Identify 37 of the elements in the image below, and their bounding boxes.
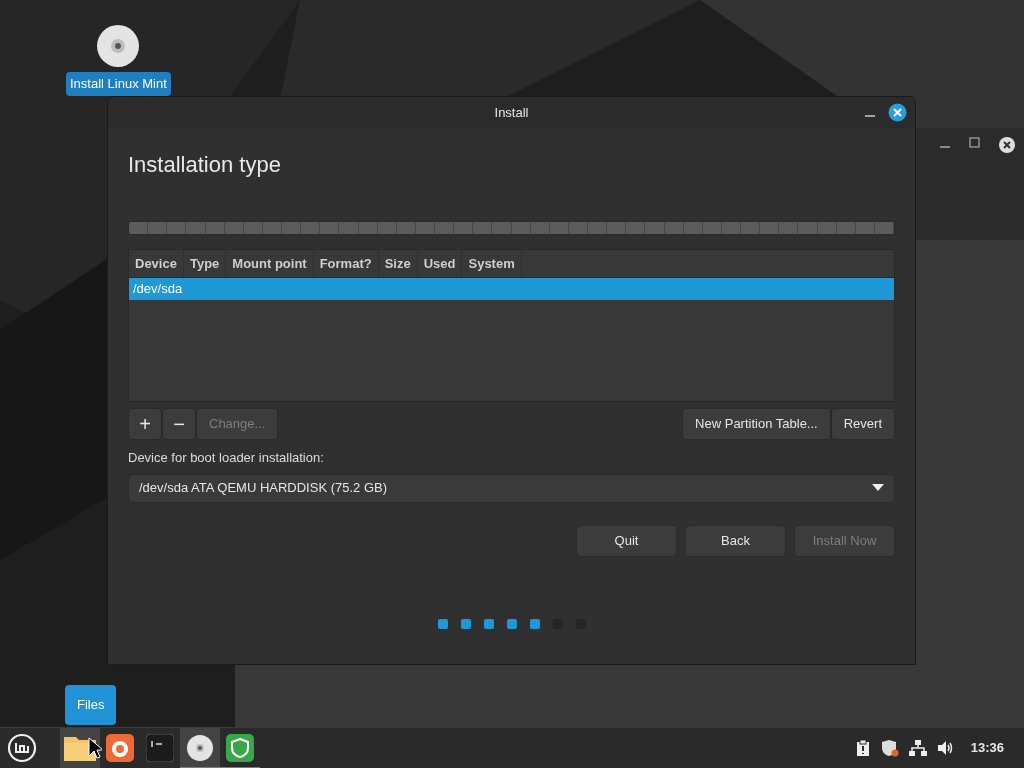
terminal-icon bbox=[146, 734, 174, 762]
maximize-icon[interactable] bbox=[968, 136, 982, 150]
back-button[interactable]: Back bbox=[685, 524, 786, 557]
column-header[interactable]: Type bbox=[183, 250, 227, 277]
disc-icon[interactable] bbox=[96, 24, 141, 68]
revert-button[interactable]: Revert bbox=[830, 408, 895, 440]
dropdown-caret-icon[interactable] bbox=[872, 484, 884, 492]
network-icon[interactable] bbox=[908, 740, 927, 756]
tooltip: Files bbox=[65, 685, 117, 725]
volume-icon[interactable] bbox=[936, 740, 955, 756]
new-partition-table-button[interactable]: New Partition Table... bbox=[682, 408, 831, 440]
mouse-pointer-icon bbox=[88, 737, 102, 759]
column-header[interactable]: Mount point bbox=[226, 250, 314, 277]
remove-button[interactable]: − bbox=[162, 408, 196, 440]
launcher-button[interactable] bbox=[180, 727, 220, 768]
dropdown-value: /dev/sda ATA QEMU HARDDISK (75.2 GB) bbox=[139, 479, 389, 498]
column-header[interactable]: Size bbox=[378, 250, 418, 277]
shield-icon bbox=[226, 734, 254, 762]
desktop-icon-label[interactable]: Install Linux Mint bbox=[66, 72, 171, 96]
quit-button[interactable]: Quit bbox=[576, 524, 677, 557]
shield-icon[interactable] bbox=[880, 739, 899, 757]
column-header[interactable]: System bbox=[462, 250, 522, 277]
column-header[interactable]: Format? bbox=[313, 250, 379, 277]
boot-device-dropdown[interactable]: /dev/sda ATA QEMU HARDDISK (75.2 GB) bbox=[128, 473, 895, 503]
disc-icon bbox=[186, 734, 214, 762]
close-icon[interactable] bbox=[888, 103, 907, 122]
column-header[interactable]: Device bbox=[129, 250, 184, 277]
clipboard-icon[interactable] bbox=[854, 739, 871, 757]
clock[interactable]: 13:36 bbox=[970, 738, 1004, 758]
menu-icon bbox=[7, 733, 37, 763]
column-header[interactable]: Used bbox=[417, 250, 463, 277]
browser-icon bbox=[106, 734, 134, 762]
window-title: Install bbox=[494, 103, 529, 122]
field-label: Device for boot loader installation: bbox=[128, 449, 325, 467]
close-icon[interactable] bbox=[998, 136, 1016, 154]
page-heading: Installation type bbox=[128, 151, 282, 179]
add-button[interactable]: + bbox=[128, 408, 162, 440]
